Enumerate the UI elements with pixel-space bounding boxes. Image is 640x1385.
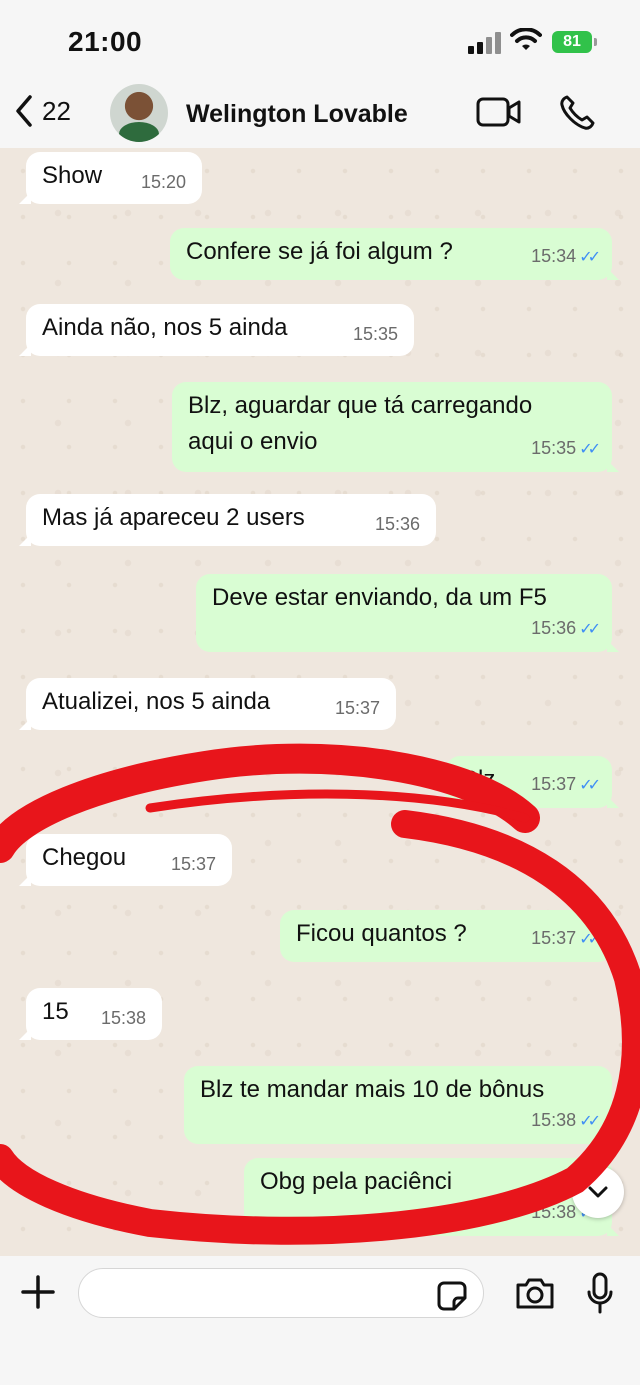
message-text: Ficou quantos ? bbox=[296, 920, 467, 947]
message-text: Blz bbox=[462, 766, 496, 793]
message-time: 15:36 bbox=[531, 618, 577, 638]
message-time: 15:36 bbox=[374, 514, 420, 534]
message-bubble-outgoing[interactable]: Blz 15:37 ✓✓ bbox=[446, 756, 619, 808]
message-text: Blz, aguardar que tá carregando bbox=[188, 392, 533, 419]
message-bubble-outgoing[interactable]: Blz te mandar mais 10 de bônus 15:38 ✓✓ bbox=[184, 1066, 619, 1144]
read-receipt-icon: ✓✓ bbox=[579, 621, 601, 638]
message-bubble-outgoing[interactable]: Obg pela paciênci 15:38✓✓ bbox=[244, 1158, 619, 1236]
message-bubble-incoming[interactable]: Atualizei, nos 5 ainda 15:37 bbox=[19, 678, 396, 730]
message-text: Show bbox=[42, 162, 103, 189]
message-bubble-outgoing[interactable]: Deve estar enviando, da um F5 15:36 ✓✓ bbox=[196, 574, 619, 652]
status-time: 21:00 bbox=[68, 26, 143, 57]
message-bubble-outgoing[interactable]: Blz, aguardar que tá carregando aqui o e… bbox=[172, 382, 619, 472]
message-text: Deve estar enviando, da um F5 bbox=[212, 584, 547, 611]
read-receipt-icon: ✓✓ bbox=[579, 441, 601, 458]
message-text: Mas já apareceu 2 users bbox=[42, 504, 305, 531]
message-time: 15:38 bbox=[100, 1008, 146, 1028]
message-input[interactable] bbox=[78, 1268, 484, 1318]
message-text: Atualizei, nos 5 ainda bbox=[42, 688, 271, 715]
battery-indicator: 81 bbox=[552, 31, 597, 53]
read-receipt-icon: ✓✓ bbox=[579, 931, 601, 948]
message-bubble-incoming[interactable]: Chegou 15:37 bbox=[19, 834, 232, 886]
scroll-to-bottom-button[interactable] bbox=[572, 1166, 624, 1218]
message-text: Confere se já foi algum ? bbox=[186, 238, 453, 265]
message-time: 15:35 bbox=[352, 324, 398, 344]
message-bubble-outgoing[interactable]: Ficou quantos ? 15:37 ✓✓ bbox=[280, 910, 619, 962]
message-bubble-outgoing[interactable]: Confere se já foi algum ? 15:34 ✓✓ bbox=[170, 228, 619, 280]
message-text: 15 bbox=[42, 998, 69, 1025]
back-button[interactable]: 22 bbox=[14, 94, 71, 128]
read-receipt-icon: ✓✓ bbox=[579, 249, 601, 266]
avatar[interactable] bbox=[110, 84, 168, 142]
message-bubble-incoming[interactable]: 15 15:38 bbox=[19, 988, 162, 1040]
message-bubble-incoming[interactable]: Show 15:20 bbox=[19, 152, 202, 204]
message-bubble-incoming[interactable]: Mas já apareceu 2 users 15:36 bbox=[19, 494, 436, 546]
unread-count: 22 bbox=[42, 95, 71, 126]
contact-name[interactable]: Welington Lovable bbox=[186, 100, 408, 129]
message-time: 15:38 bbox=[531, 1110, 577, 1130]
message-text: Chegou bbox=[42, 844, 127, 871]
chat-header: 22 Welington Lovable bbox=[0, 80, 640, 148]
message-bubble-incoming[interactable]: Ainda não, nos 5 ainda 15:35 bbox=[19, 304, 414, 356]
microphone-icon[interactable] bbox=[586, 1272, 614, 1314]
sticker-icon[interactable] bbox=[436, 1280, 468, 1312]
message-time: 15:34 bbox=[531, 246, 577, 266]
message-input-bar bbox=[0, 1256, 640, 1385]
message-time: 15:37 bbox=[334, 698, 380, 718]
message-time: 15:35 bbox=[531, 438, 577, 458]
cellular-signal-icon bbox=[468, 32, 502, 54]
wifi-icon bbox=[510, 28, 542, 50]
message-text: Blz te mandar mais 10 de bônus bbox=[200, 1076, 545, 1103]
camera-icon[interactable] bbox=[514, 1276, 556, 1310]
read-receipt-icon: ✓✓ bbox=[579, 777, 601, 794]
video-call-icon[interactable] bbox=[476, 96, 522, 128]
message-text: Ainda não, nos 5 ainda bbox=[42, 314, 288, 341]
chevron-down-icon bbox=[588, 1186, 608, 1198]
message-text: Obg pela paciênci bbox=[260, 1168, 453, 1195]
message-time: 15:37 bbox=[531, 774, 577, 794]
message-time: 15:37 bbox=[531, 928, 577, 948]
phone-icon[interactable] bbox=[558, 94, 596, 132]
read-receipt-icon: ✓✓ bbox=[579, 1113, 601, 1130]
chat-message-list[interactable]: Show 15:20 Confere se já foi algum ? 15:… bbox=[0, 148, 640, 1256]
message-time: 15:20 bbox=[140, 172, 186, 192]
chevron-left-icon bbox=[16, 95, 32, 127]
status-bar: 21:00 81 bbox=[0, 0, 640, 80]
message-time: 15:38 bbox=[531, 1202, 577, 1222]
plus-icon[interactable] bbox=[20, 1274, 56, 1310]
message-time: 15:37 bbox=[170, 854, 216, 874]
